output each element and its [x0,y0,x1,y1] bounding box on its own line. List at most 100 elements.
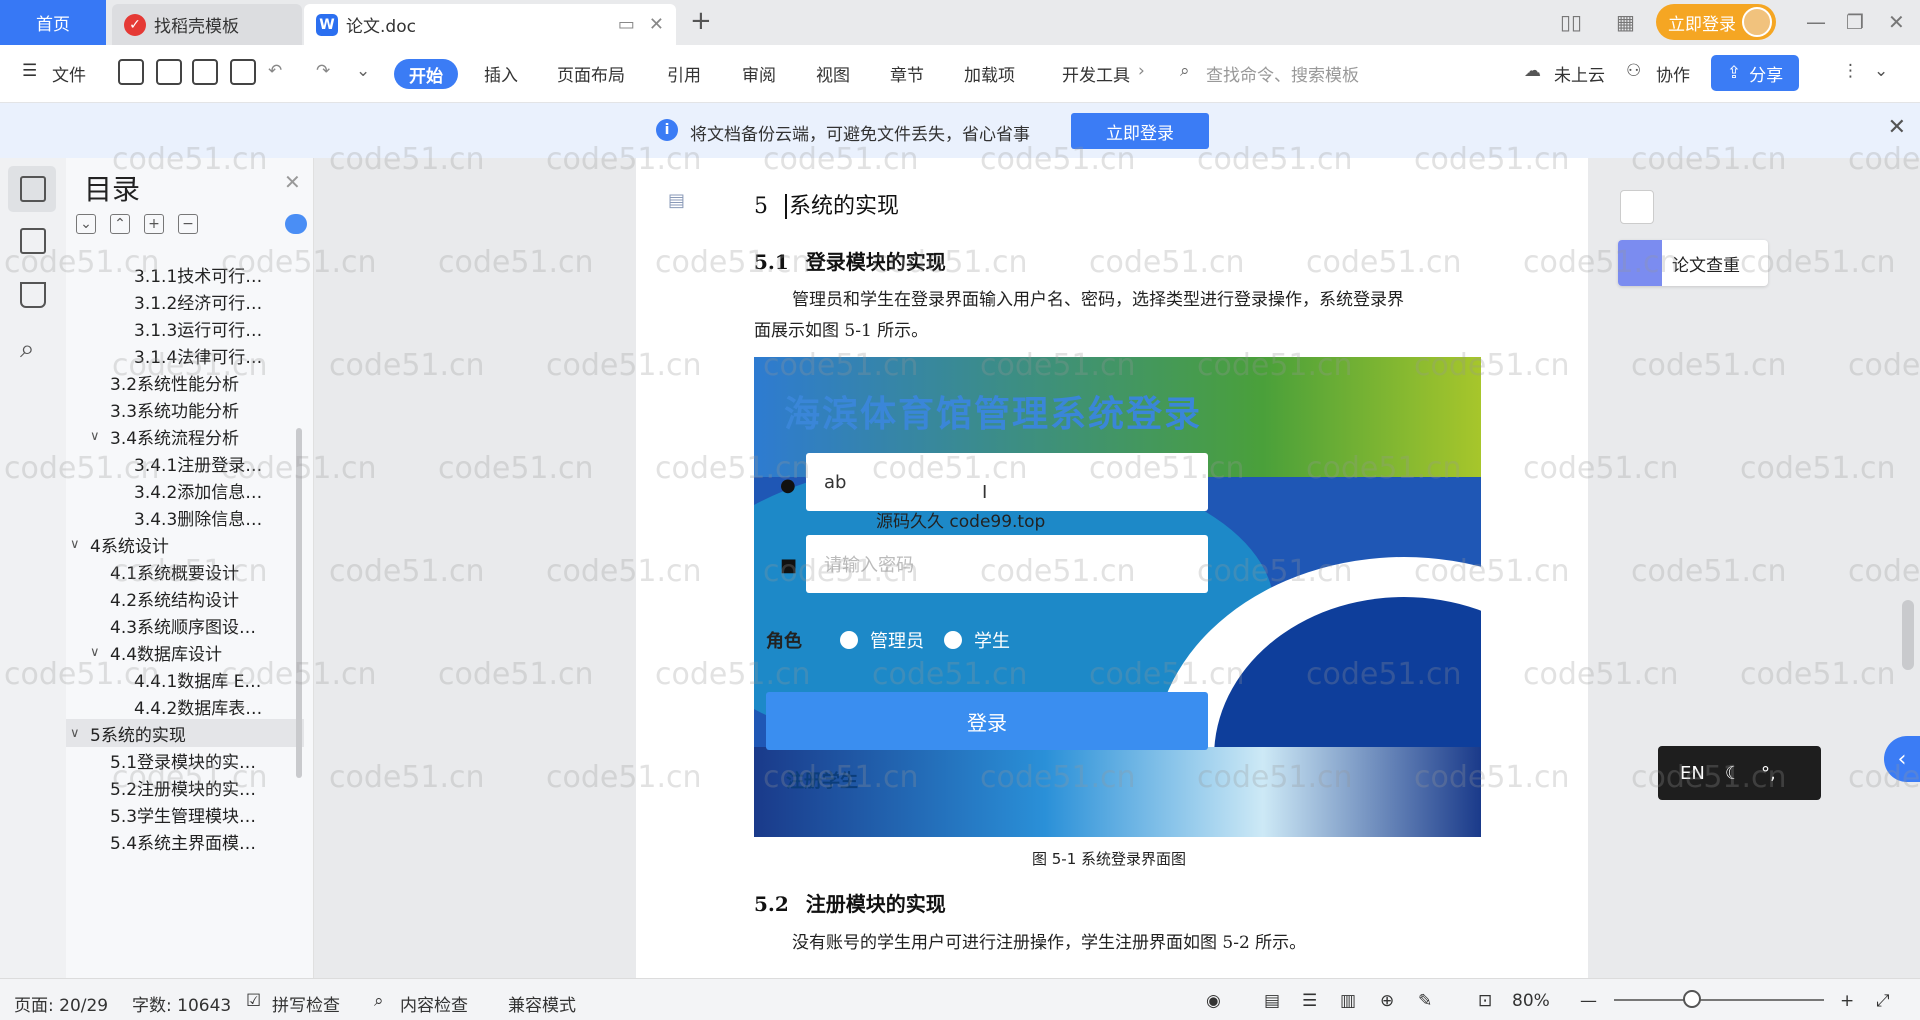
spell-check-button[interactable]: 拼写检查 [272,991,340,1016]
toc-item[interactable]: 5.4系统主界面模… [110,827,256,855]
punctuation-icon[interactable]: °, [1761,763,1776,784]
toc-item[interactable]: 3.1.1技术可行… [134,260,262,288]
toc-item[interactable]: ∨ 3.4系统流程分析 [90,422,239,450]
preview-icon[interactable] [230,59,256,85]
toc-item[interactable]: 5.2注册模块的实… [110,773,256,801]
close-notification-icon[interactable]: ✕ [1888,115,1906,140]
toc-item[interactable]: 4.3系统顺序图设… [110,611,256,639]
toc-scrollbar[interactable] [296,428,302,778]
minimize-icon[interactable]: — [1806,10,1826,34]
eye-protect-icon[interactable]: ◉ [1206,991,1221,1011]
tab-view[interactable]: 视图 [816,61,850,86]
fullscreen-icon[interactable]: ⤢ [1876,991,1890,1011]
cloud-status[interactable]: 未上云 [1554,61,1605,86]
save-icon[interactable] [118,59,144,85]
toc-item[interactable]: 3.3系统功能分析 [110,395,239,423]
more-options-icon[interactable]: ⋮ [1842,61,1859,81]
paragraph-handle-icon[interactable]: ▤ [668,190,685,211]
redo-icon[interactable]: ↷ [316,61,330,81]
notification-login-button[interactable]: 立即登录 [1071,113,1209,149]
chevron-down-icon[interactable]: ∨ [70,726,86,741]
web-view-icon[interactable]: ⊕ [1380,991,1394,1011]
menu-icon[interactable]: ☰ [22,61,37,81]
tab-template[interactable]: ✓ 找稻壳模板 [112,4,302,45]
collapse-panel-button[interactable] [1620,190,1654,224]
toc-item[interactable]: 4.4.1数据库 E… [134,665,261,693]
page-count[interactable]: 页面: 20/29 [14,991,108,1016]
toc-item[interactable]: 3.4.1注册登录… [134,449,262,477]
zoom-level[interactable]: 80% [1512,991,1550,1011]
zoom-slider-track[interactable] [1614,999,1824,1001]
ai-assistant-icon[interactable] [285,214,307,234]
fit-page-icon[interactable]: ⊡ [1478,991,1492,1011]
zoom-in-icon[interactable]: + [1840,991,1854,1011]
tab-insert[interactable]: 插入 [484,61,518,86]
word-count[interactable]: 字数: 10643 [132,991,231,1016]
new-tab-button[interactable]: + [690,6,712,36]
pen-icon[interactable]: ✎ [1418,991,1432,1011]
collab-button[interactable]: 协作 [1656,61,1690,86]
moon-icon[interactable]: ☾ [1725,763,1741,784]
tab-developer[interactable]: 开发工具 [1062,61,1130,86]
monitor-icon[interactable]: ▭ [618,14,635,35]
tab-home[interactable]: 首页 [0,0,106,45]
toc-item[interactable]: 3.1.2经济可行… [134,287,262,315]
login-button[interactable]: 立即登录 [1656,4,1776,40]
toc-item[interactable]: 4.2系统结构设计 [110,584,239,612]
tab-chapter[interactable]: 章节 [890,61,924,86]
chevron-down-icon[interactable]: ∨ [90,645,106,660]
collapse-icon[interactable]: ⌃ [110,214,130,234]
toc-item[interactable]: ∨ 4.4数据库设计 [90,638,222,666]
chevron-down-icon[interactable]: ∨ [70,537,86,552]
more-tabs-icon[interactable]: › [1138,61,1145,81]
toc-item[interactable]: 3.1.3运行可行… [134,314,262,342]
bookmark-icon[interactable] [20,282,46,308]
more-dropdown-icon[interactable]: ⌄ [356,61,370,81]
toc-item[interactable]: 3.1.4法律可行… [134,341,262,369]
tab-document[interactable]: W 论文.doc ▭ ✕ [304,4,676,45]
toc-item[interactable]: 3.4.2添加信息… [134,476,262,504]
print-icon[interactable] [192,59,218,85]
remove-heading-icon[interactable]: − [178,214,198,234]
toc-item[interactable]: 4.1系统概要设计 [110,557,239,585]
layout-icon[interactable]: ▯▯ [1560,10,1582,34]
toc-item[interactable]: 4.4.2数据库表… [134,692,262,720]
export-icon[interactable] [156,59,182,85]
close-toc-icon[interactable]: ✕ [284,170,301,194]
command-search[interactable]: 查找命令、搜索模板 [1206,61,1359,86]
tab-reference[interactable]: 引用 [667,61,701,86]
close-window-icon[interactable]: ✕ [1888,10,1905,34]
outline-nav-icon[interactable] [20,228,46,254]
page-view-icon[interactable]: ▤ [1264,991,1280,1011]
tab-addins[interactable]: 加载项 [964,61,1015,86]
toc-item[interactable]: ∨ 4系统设计 [70,530,169,558]
tab-review[interactable]: 审阅 [742,61,776,86]
toc-item[interactable]: 5.1登录模块的实… [110,746,256,774]
toc-item[interactable]: ∨ 5系统的实现 [66,719,304,747]
expand-icon[interactable]: ⌄ [76,214,96,234]
outline-view-icon[interactable]: ☰ [1302,991,1317,1011]
content-check-button[interactable]: 内容检查 [400,991,468,1016]
zoom-slider-handle[interactable] [1683,990,1701,1008]
toc-item[interactable]: 3.2系统性能分析 [110,368,239,396]
plagiarism-check-button[interactable]: 论文查重 [1618,240,1768,286]
grid-icon[interactable]: ▦ [1616,10,1635,34]
restore-icon[interactable]: ❐ [1846,10,1864,34]
tab-start[interactable]: 开始 [394,59,458,89]
find-icon[interactable]: ⌕ [20,334,35,365]
toc-nav-icon[interactable] [20,176,46,202]
add-heading-icon[interactable]: + [144,214,164,234]
file-menu[interactable]: 文件 [52,61,86,86]
close-tab-icon[interactable]: ✕ [649,14,664,35]
undo-icon[interactable]: ↶ [268,61,282,81]
share-button[interactable]: ⇪ 分享 [1711,55,1799,91]
collapse-ribbon-icon[interactable]: ⌄ [1874,61,1888,81]
toc-item[interactable]: 3.4.3删除信息… [134,503,262,531]
toc-item[interactable]: 5.3学生管理模块… [110,800,256,828]
chevron-down-icon[interactable]: ∨ [90,429,106,444]
read-view-icon[interactable]: ▥ [1340,991,1356,1011]
document-scrollbar[interactable] [1902,600,1914,670]
tab-layout[interactable]: 页面布局 [557,61,625,86]
ime-toolbar[interactable]: EN ☾ °, [1658,746,1821,800]
zoom-out-icon[interactable]: — [1580,991,1597,1011]
